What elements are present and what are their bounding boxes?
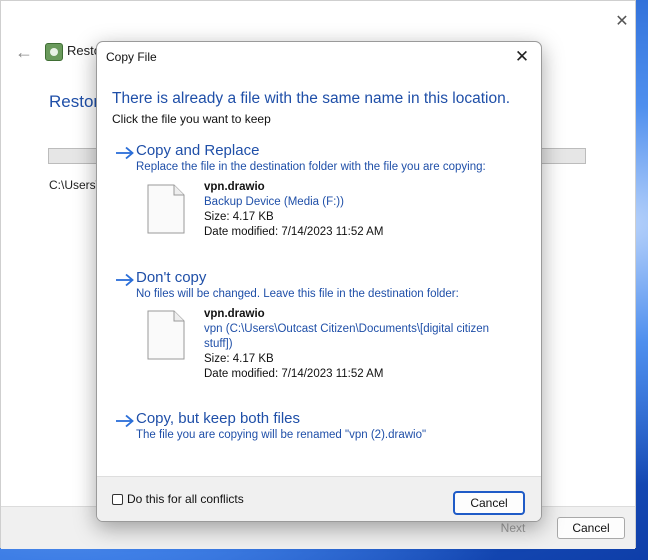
copy-file-dialog: Copy File ✕ There is already a file with…: [96, 41, 542, 522]
dialog-footer: Do this for all conflicts Cancel: [97, 476, 541, 521]
arrow-right-icon: [115, 414, 135, 432]
close-icon[interactable]: ✕: [509, 45, 535, 69]
file-info: vpn.drawio vpn (C:\Users\Outcast Citizen…: [204, 307, 524, 382]
file-name: vpn.drawio: [204, 181, 265, 193]
file-date-modified: Date modified: 7/14/2023 11:52 AM: [204, 368, 384, 380]
back-arrow-icon[interactable]: ←: [13, 41, 35, 63]
file-icon: [147, 184, 185, 234]
dialog-titlebar: Copy File ✕: [97, 42, 541, 72]
option-description: Replace the file in the destination fold…: [136, 161, 486, 173]
file-name: vpn.drawio: [204, 308, 265, 320]
file-location: vpn (C:\Users\Outcast Citizen\Documents\…: [204, 323, 490, 335]
checkbox-label: Do this for all conflicts: [127, 492, 244, 506]
dialog-title: Copy File: [106, 50, 157, 64]
option-title: Don't copy: [136, 269, 207, 286]
option-title: Copy, but keep both files: [136, 410, 300, 427]
restore-path: C:\Users\: [49, 178, 100, 192]
file-info: vpn.drawio Backup Device (Media (F:)) Si…: [204, 180, 524, 240]
arrow-right-icon: [115, 146, 135, 164]
option-title: Copy and Replace: [136, 142, 260, 159]
close-icon[interactable]: ✕: [607, 9, 637, 35]
file-size: Size: 4.17 KB: [204, 353, 274, 365]
option-dont-copy[interactable]: Don't copy No files will be changed. Lea…: [115, 269, 525, 384]
cancel-button[interactable]: Cancel: [453, 491, 525, 515]
wizard-cancel-button[interactable]: Cancel: [557, 517, 625, 539]
file-location: Backup Device (Media (F:)): [204, 196, 344, 208]
all-conflicts-checkbox[interactable]: [112, 493, 123, 505]
option-copy-and-replace[interactable]: Copy and Replace Replace the file in the…: [115, 142, 525, 242]
file-date-modified: Date modified: 7/14/2023 11:52 AM: [204, 226, 384, 238]
option-description: No files will be changed. Leave this fil…: [136, 288, 459, 300]
dialog-heading: There is already a file with the same na…: [112, 90, 511, 107]
file-size: Size: 4.17 KB: [204, 211, 274, 223]
option-keep-both-files[interactable]: Copy, but keep both files The file you a…: [115, 410, 525, 448]
arrow-right-icon: [115, 273, 135, 291]
wizard-heading: Restori: [49, 92, 103, 111]
dialog-subheading: Click the file you want to keep: [112, 112, 271, 126]
all-conflicts-checkbox-group[interactable]: Do this for all conflicts: [112, 491, 244, 507]
option-description: The file you are copying will be renamed…: [136, 429, 427, 441]
restore-app-icon: [45, 43, 63, 61]
file-location-continued: stuff]): [204, 338, 233, 350]
file-icon: [147, 310, 185, 360]
